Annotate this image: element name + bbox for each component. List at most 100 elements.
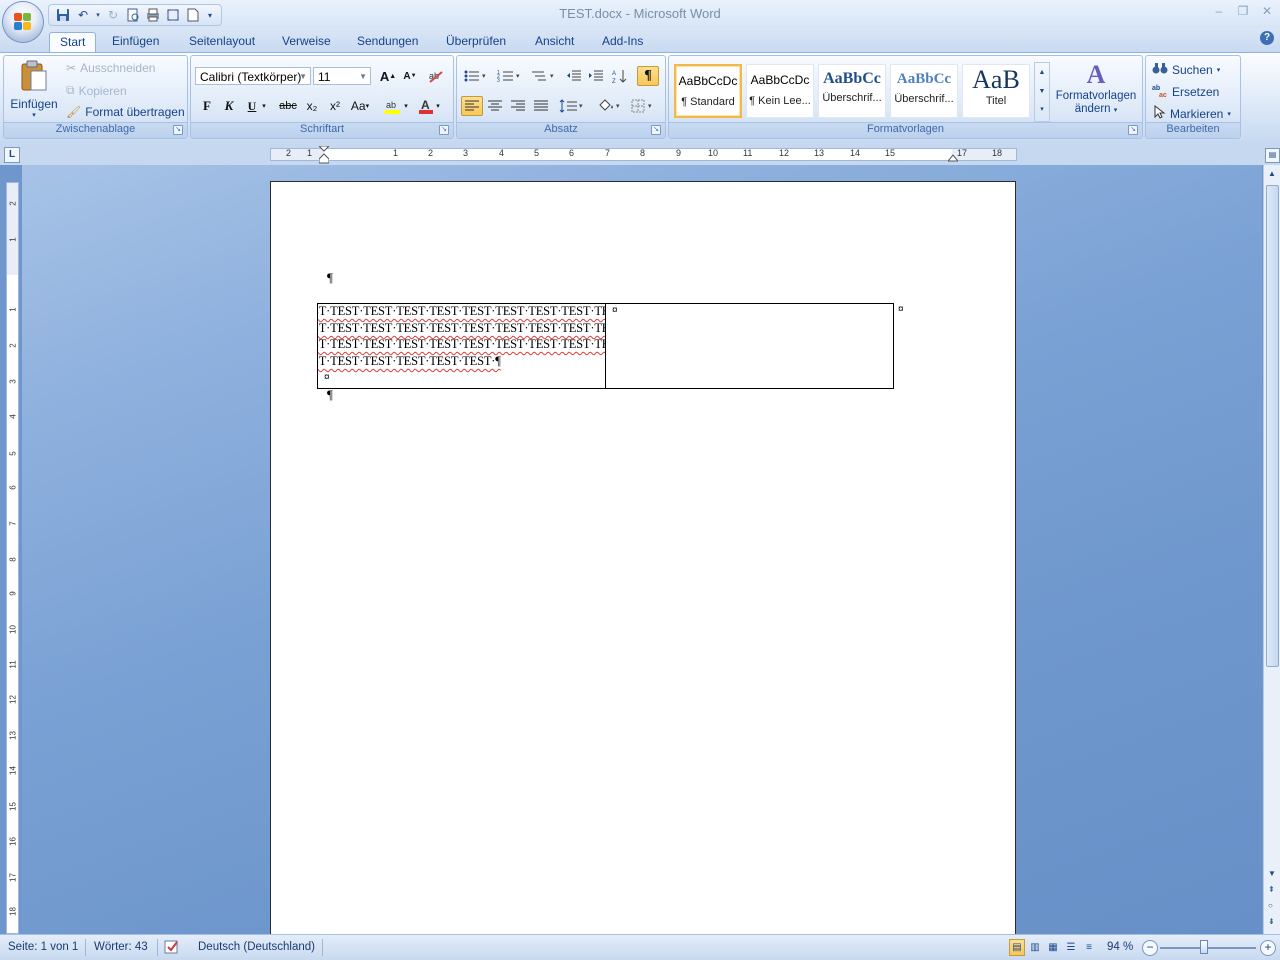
table-cell[interactable]: ¤ bbox=[606, 304, 893, 388]
superscript-button[interactable]: x² bbox=[324, 96, 346, 116]
chevron-down-icon[interactable]: ▼ bbox=[299, 68, 307, 86]
paragraph-dialog-launcher-icon[interactable]: ↘ bbox=[651, 125, 661, 135]
tab-verweise[interactable]: Verweise bbox=[272, 32, 341, 52]
subscript-button[interactable]: x₂ bbox=[301, 96, 323, 116]
highlight-dropdown-icon[interactable]: ▾ bbox=[401, 96, 411, 116]
tab-selector[interactable]: L bbox=[4, 147, 20, 163]
web-layout-icon[interactable]: ▦ bbox=[1045, 939, 1061, 956]
horizontal-ruler[interactable]: 2 1 1 2 3 4 5 6 7 8 9 10 11 12 13 14 15 … bbox=[270, 146, 1017, 164]
clear-formatting-button[interactable]: ab bbox=[425, 66, 447, 86]
draft-view-icon[interactable]: ≡ bbox=[1081, 939, 1097, 956]
shading-button[interactable]: ▾ bbox=[595, 96, 625, 116]
show-formatting-button[interactable]: ¶ bbox=[637, 66, 659, 86]
font-size-combo[interactable]: 11 ▼ bbox=[313, 67, 371, 85]
svg-text:A: A bbox=[612, 71, 616, 77]
tab-seitenlayout[interactable]: Seitenlayout bbox=[179, 32, 265, 52]
styles-scroll[interactable]: ▲ ▼ ▾ bbox=[1034, 62, 1050, 122]
browse-object-icon[interactable]: ○ bbox=[1268, 901, 1273, 910]
justify-button[interactable] bbox=[530, 96, 552, 116]
zoom-out-icon[interactable]: − bbox=[1142, 940, 1158, 956]
minimize-icon[interactable]: – bbox=[1208, 4, 1230, 22]
format-painter-button[interactable]: 🖌 Format übertragen bbox=[66, 105, 185, 119]
document-page[interactable]: ¶ ST·TEST·TEST·TEST·TEST·TEST·TEST·TEST·… bbox=[270, 181, 1016, 934]
spelling-check-icon[interactable] bbox=[164, 939, 182, 956]
multilevel-list-button[interactable]: ▾ bbox=[529, 66, 559, 86]
chevron-up-icon[interactable]: ▲ bbox=[1035, 63, 1049, 82]
font-dialog-launcher-icon[interactable]: ↘ bbox=[439, 125, 449, 135]
zoom-in-icon[interactable]: + bbox=[1260, 940, 1276, 956]
right-indent-marker-icon[interactable] bbox=[948, 153, 958, 162]
tab-ueberpruefen[interactable]: Überprüfen bbox=[436, 32, 516, 52]
borders-button[interactable]: ▾ bbox=[629, 96, 659, 116]
sort-button[interactable]: AZ bbox=[609, 66, 631, 86]
svg-text:3: 3 bbox=[497, 78, 500, 83]
select-button[interactable]: Markieren ▾ bbox=[1152, 104, 1231, 122]
styles-dialog-launcher-icon[interactable]: ↘ bbox=[1128, 125, 1138, 135]
zoom-slider-thumb[interactable] bbox=[1200, 940, 1208, 954]
office-button[interactable] bbox=[3, 2, 43, 42]
find-button[interactable]: Suchen ▾ bbox=[1152, 61, 1220, 78]
change-styles-button[interactable]: A Formatvorlagen ändern ▾ bbox=[1053, 60, 1139, 122]
clipboard-dialog-launcher-icon[interactable]: ↘ bbox=[173, 125, 183, 135]
ruler-number: 5 bbox=[8, 451, 18, 456]
page-count[interactable]: Seite: 1 von 1 bbox=[8, 939, 78, 956]
align-left-button[interactable] bbox=[461, 96, 483, 116]
paste-button[interactable]: Einfügen ▾ bbox=[8, 58, 60, 122]
document-table[interactable]: ST·TEST·TEST·TEST·TEST·TEST·TEST·TEST·TE… bbox=[317, 303, 894, 389]
tab-ansicht[interactable]: Ansicht bbox=[525, 32, 584, 52]
bold-button[interactable]: F bbox=[196, 96, 218, 116]
style-ueberschrift-2[interactable]: AaBbCc Überschrif... bbox=[890, 64, 958, 118]
tab-start[interactable]: Start bbox=[49, 32, 97, 53]
change-case-button[interactable]: Aa ▾ bbox=[349, 96, 371, 116]
outline-view-icon[interactable]: ☰ bbox=[1063, 939, 1079, 956]
replace-button[interactable]: ab ac Ersetzen bbox=[1152, 83, 1219, 100]
select-label: Markieren bbox=[1170, 106, 1224, 121]
style-name: ¶ Standard bbox=[681, 96, 735, 108]
strikethrough-button[interactable]: abc bbox=[277, 96, 299, 116]
style-kein-leerraum[interactable]: AaBbCcDc ¶ Kein Lee... bbox=[746, 64, 814, 118]
style-standard[interactable]: AaBbCcDc ¶ Standard bbox=[674, 64, 742, 118]
grow-font-button[interactable]: A ▲ bbox=[377, 66, 399, 86]
scroll-down-icon[interactable]: ▼ bbox=[1268, 869, 1276, 878]
numbering-button[interactable]: 1 2 3 ▾ bbox=[495, 66, 525, 86]
scroll-up-icon[interactable]: ▲ bbox=[1268, 169, 1276, 178]
copy-button[interactable]: ⧉ Kopieren bbox=[66, 83, 127, 98]
help-icon[interactable]: ? bbox=[1260, 31, 1274, 45]
restore-icon[interactable]: ❐ bbox=[1232, 4, 1254, 22]
word-count[interactable]: Wörter: 43 bbox=[94, 939, 148, 956]
align-right-button[interactable] bbox=[507, 96, 529, 116]
scroll-thumb[interactable] bbox=[1266, 185, 1279, 667]
underline-dropdown-icon[interactable]: ▾ bbox=[259, 96, 269, 116]
full-screen-reading-icon[interactable]: ▥ bbox=[1027, 939, 1043, 956]
bullets-button[interactable]: ▾ bbox=[461, 66, 491, 86]
vertical-ruler[interactable]: 2 1 1 2 3 4 5 6 7 8 9 10 11 12 13 14 15 … bbox=[6, 182, 19, 934]
indent-marker-icon[interactable] bbox=[319, 146, 329, 164]
font-name-combo[interactable]: Calibri (Textkörper) ▼ bbox=[195, 67, 311, 85]
close-icon[interactable]: ✕ bbox=[1256, 4, 1278, 22]
tab-add-ins[interactable]: Add-Ins bbox=[592, 32, 653, 52]
chevron-down-icon[interactable]: ▼ bbox=[359, 68, 367, 86]
style-titel[interactable]: AaB Titel bbox=[962, 64, 1030, 118]
next-page-icon[interactable]: ⇟ bbox=[1268, 917, 1275, 926]
style-ueberschrift-1[interactable]: AaBbCc Überschrif... bbox=[818, 64, 886, 118]
align-center-button[interactable] bbox=[484, 96, 506, 116]
vertical-scrollbar[interactable]: ▲ ▼ ⇞ ○ ⇟ bbox=[1263, 165, 1280, 934]
zoom-level[interactable]: 94 % bbox=[1107, 939, 1133, 956]
chevron-down-icon[interactable]: ▼ bbox=[1035, 82, 1049, 101]
shrink-font-button[interactable]: A ▼ bbox=[399, 66, 421, 86]
print-layout-view-icon[interactable]: ▤ bbox=[1009, 939, 1025, 956]
more-icon[interactable]: ▾ bbox=[1035, 101, 1049, 119]
tab-einfuegen[interactable]: Einfügen bbox=[102, 32, 169, 52]
view-ruler-icon[interactable]: ▤ bbox=[1265, 148, 1280, 163]
decrease-indent-button[interactable] bbox=[563, 66, 585, 86]
table-cell[interactable]: ST·TEST·TEST·TEST·TEST·TEST·TEST·TEST·TE… bbox=[318, 304, 606, 388]
font-color-dropdown-icon[interactable]: ▾ bbox=[433, 96, 443, 116]
italic-button[interactable]: K bbox=[218, 96, 240, 116]
line-spacing-button[interactable]: ▾ bbox=[557, 96, 587, 116]
increase-indent-button[interactable] bbox=[585, 66, 607, 86]
cut-button[interactable]: ✂ Ausschneiden bbox=[66, 61, 155, 75]
tab-sendungen[interactable]: Sendungen bbox=[347, 32, 428, 52]
language-indicator[interactable]: Deutsch (Deutschland) bbox=[198, 939, 315, 956]
previous-page-icon[interactable]: ⇞ bbox=[1268, 885, 1275, 894]
zoom-slider[interactable] bbox=[1160, 947, 1256, 949]
